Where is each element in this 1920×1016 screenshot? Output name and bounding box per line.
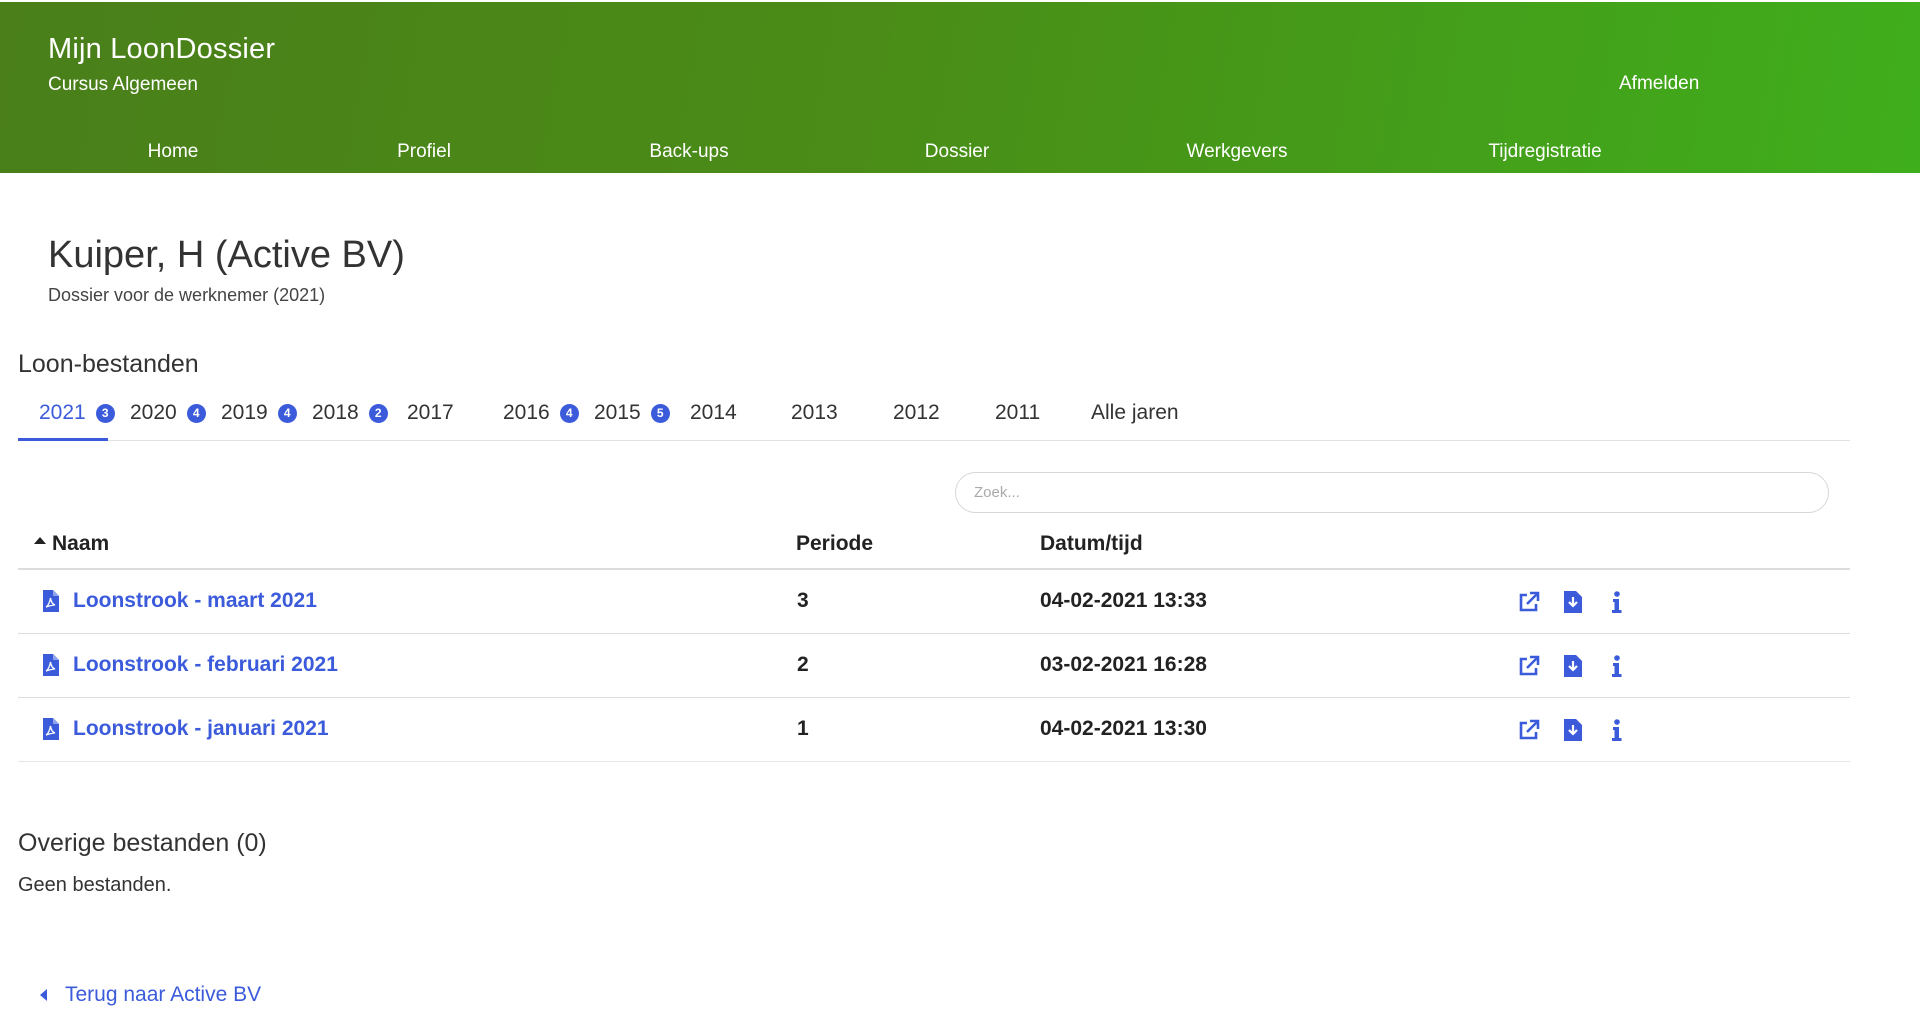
active-tab-indicator <box>18 438 108 441</box>
file-pdf-icon <box>43 654 59 676</box>
datetime-cell: 04-02-2021 13:33 <box>1040 589 1207 612</box>
column-header-period[interactable]: Periode <box>796 532 873 556</box>
search-input[interactable] <box>955 472 1829 513</box>
file-download-icon[interactable] <box>1560 653 1585 678</box>
tab-2016[interactable]: 2016 4 <box>503 401 579 425</box>
tab-2013[interactable]: 2013 <box>791 401 838 425</box>
tab-2014[interactable]: 2014 <box>690 401 737 425</box>
datetime-cell: 03-02-2021 16:28 <box>1040 653 1207 676</box>
period-cell: 3 <box>797 589 809 612</box>
info-icon[interactable] <box>1604 653 1629 678</box>
file-download-icon[interactable] <box>1560 589 1585 614</box>
tab-2021[interactable]: 2021 3 <box>39 401 115 425</box>
tab-2011[interactable]: 2011 <box>995 401 1040 425</box>
count-badge: 4 <box>186 403 206 423</box>
nav-profiel[interactable]: Profiel <box>397 141 451 163</box>
loon-section-title: Loon-bestanden <box>18 350 199 378</box>
back-link-label: Terug naar Active BV <box>65 983 262 1006</box>
app-title: Mijn LoonDossier <box>48 33 276 65</box>
info-icon[interactable] <box>1604 589 1629 614</box>
column-header-name[interactable]: Naam <box>34 532 109 556</box>
year-tabs: 2021 3 2020 4 2019 4 2018 2 2017 2016 4 2015 5… <box>18 395 1850 441</box>
period-cell: 2 <box>797 653 809 676</box>
sort-up-icon <box>34 537 46 544</box>
nav-dossier[interactable]: Dossier <box>925 141 989 163</box>
app-header: Mijn LoonDossier Cursus Algemeen Afmelde… <box>0 2 1920 173</box>
tab-2019[interactable]: 2019 4 <box>221 401 297 425</box>
table-row: Loonstrook - februari 2021 2 03-02-2021 … <box>18 634 1850 698</box>
tab-2020[interactable]: 2020 4 <box>130 401 206 425</box>
file-pdf-icon <box>43 718 59 740</box>
file-link[interactable]: Loonstrook - maart 2021 <box>42 589 317 613</box>
overige-section-title: Overige bestanden (0) <box>18 829 267 857</box>
page-subtitle: Dossier voor de werknemer (2021) <box>48 285 326 305</box>
table-header: Naam Periode Datum/tijd <box>18 520 1850 570</box>
row-actions <box>1516 717 1629 742</box>
count-badge: 4 <box>277 403 297 423</box>
external-link-icon[interactable] <box>1516 589 1541 614</box>
external-link-icon[interactable] <box>1516 717 1541 742</box>
tab-2012[interactable]: 2012 <box>893 401 940 425</box>
period-cell: 1 <box>797 717 809 740</box>
logout-link[interactable]: Afmelden <box>1619 73 1699 95</box>
table-row: Loonstrook - januari 2021 1 04-02-2021 1… <box>18 698 1850 762</box>
table-row: Loonstrook - maart 2021 3 04-02-2021 13:… <box>18 570 1850 634</box>
file-name: Loonstrook - februari 2021 <box>73 653 338 676</box>
nav-backups[interactable]: Back-ups <box>649 141 728 163</box>
file-pdf-icon <box>43 590 59 612</box>
app-subtitle: Cursus Algemeen <box>48 74 198 95</box>
nav-werkgevers[interactable]: Werkgevers <box>1186 141 1287 163</box>
file-name: Loonstrook - januari 2021 <box>73 717 329 740</box>
empty-state-text: Geen bestanden. <box>18 874 172 896</box>
column-header-datetime[interactable]: Datum/tijd <box>1040 532 1143 556</box>
file-name: Loonstrook - maart 2021 <box>73 589 317 612</box>
tab-2015[interactable]: 2015 5 <box>594 401 670 425</box>
nav-home[interactable]: Home <box>148 141 199 163</box>
external-link-icon[interactable] <box>1516 653 1541 678</box>
count-badge: 3 <box>95 403 115 423</box>
info-icon[interactable] <box>1604 717 1629 742</box>
page-title: Kuiper, H (Active BV) <box>48 234 405 276</box>
count-badge: 2 <box>368 403 388 423</box>
tab-2017[interactable]: 2017 <box>407 401 454 425</box>
caret-left-icon <box>40 989 47 1001</box>
datetime-cell: 04-02-2021 13:30 <box>1040 717 1207 740</box>
back-link[interactable]: Terug naar Active BV <box>40 983 261 1007</box>
nav-tijdregistratie[interactable]: Tijdregistratie <box>1488 141 1601 163</box>
count-badge: 5 <box>650 403 670 423</box>
tab-2018[interactable]: 2018 2 <box>312 401 388 425</box>
tab-alle-jaren[interactable]: Alle jaren <box>1091 401 1179 425</box>
row-actions <box>1516 589 1629 614</box>
file-link[interactable]: Loonstrook - januari 2021 <box>42 717 329 741</box>
file-link[interactable]: Loonstrook - februari 2021 <box>42 653 338 677</box>
files-table: Naam Periode Datum/tijd Loonstrook - maa… <box>18 520 1850 762</box>
row-actions <box>1516 653 1629 678</box>
count-badge: 4 <box>559 403 579 423</box>
file-download-icon[interactable] <box>1560 717 1585 742</box>
main-nav: Home Profiel Back-ups Dossier Werkgevers… <box>0 141 1920 165</box>
